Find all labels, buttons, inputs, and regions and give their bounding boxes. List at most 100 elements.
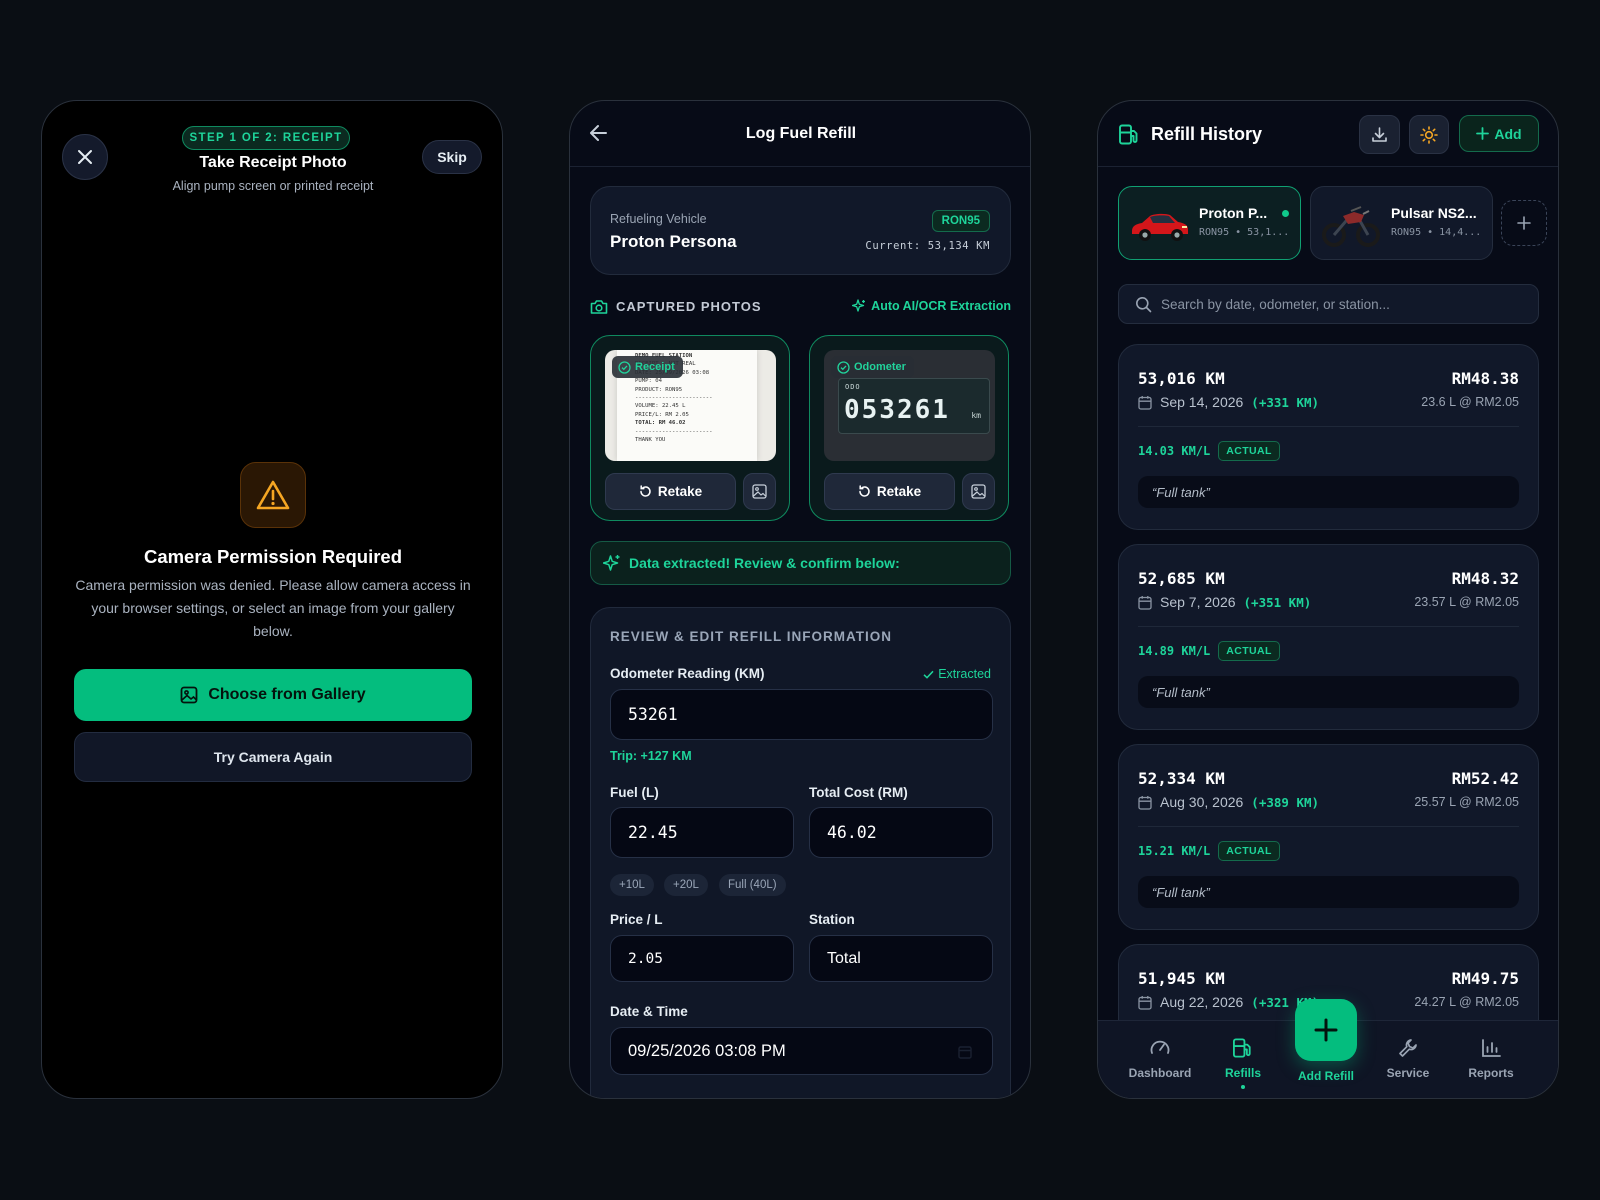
record-type-badge: ACTUAL: [1218, 841, 1280, 861]
captured-photos-header: CAPTURED PHOTOS Auto AI/OCR Extraction: [590, 298, 1011, 318]
odometer-display: ODO 053261 km: [838, 378, 990, 434]
record-odometer: 52,334 KM: [1138, 769, 1225, 788]
auto-extraction-label: Auto AI/OCR Extraction: [852, 299, 1011, 313]
record-litres: 24.27 L @ RM2.05: [1414, 995, 1519, 1009]
nav-label: Reports: [1468, 1066, 1514, 1080]
add-vehicle-button[interactable]: [1501, 200, 1547, 246]
record-date-row: Sep 14, 2026 (+331 KM): [1138, 394, 1319, 410]
wrench-icon: [1399, 1039, 1417, 1057]
datetime-input[interactable]: 09/25/2026 03:08 PM: [610, 1027, 993, 1075]
add-refill-fab[interactable]: [1295, 999, 1357, 1061]
car-icon: [1132, 213, 1188, 241]
retake-odometer-button[interactable]: Retake: [824, 473, 955, 510]
add-refill-label[interactable]: Add Refill: [1288, 1069, 1364, 1083]
trip-text: Trip: +127 KM: [610, 749, 692, 763]
camera-icon: [590, 300, 608, 314]
motorcycle-icon: [1322, 206, 1380, 247]
record-litres: 25.57 L @ RM2.05: [1414, 795, 1519, 809]
record-cost: RM52.42: [1451, 769, 1519, 788]
theme-toggle-button[interactable]: [1409, 115, 1449, 154]
record-odometer: 51,945 KM: [1138, 969, 1225, 988]
vehicle-name: Proton Persona: [610, 232, 737, 251]
record-date-row: Sep 7, 2026 (+351 KM): [1138, 594, 1311, 610]
search-input[interactable]: Search by date, odometer, or station...: [1118, 284, 1539, 324]
receipt-line: -----------------------: [635, 428, 713, 435]
record-cost: RM49.75: [1451, 969, 1519, 988]
check-circle-icon: [618, 360, 631, 374]
fuel-pump-icon: [1233, 1038, 1251, 1058]
vehicle-name: Pulsar NS2...: [1391, 205, 1477, 221]
export-button[interactable]: [1359, 115, 1400, 154]
divider: [1138, 426, 1519, 427]
fuel-pump-icon: [1119, 124, 1138, 145]
receipt-gallery-button[interactable]: [743, 473, 776, 510]
receipt-photo[interactable]: DEMO FUEL STATIONRECEIPT - NOT REALDATE:…: [605, 350, 776, 461]
record-date-row: Aug 22, 2026 (+321 KM): [1138, 994, 1319, 1010]
quick-fill-chip[interactable]: +20L: [664, 874, 708, 896]
refill-record-card[interactable]: 52,334 KM RM52.42 Aug 30, 2026 (+389 KM)…: [1118, 744, 1539, 930]
station-input[interactable]: Total: [809, 935, 993, 982]
current-odometer: Current: 53,134 KM: [865, 240, 990, 252]
receipt-photo-card: DEMO FUEL STATIONRECEIPT - NOT REALDATE:…: [590, 335, 790, 521]
record-efficiency-row: 15.21 KM/L ACTUAL: [1138, 841, 1280, 861]
receipt-tag-label: Receipt: [635, 361, 675, 373]
price-label: Price / L: [610, 912, 663, 927]
nav-dashboard[interactable]: Dashboard: [1120, 1037, 1200, 1080]
cost-input[interactable]: 46.02: [809, 807, 993, 858]
station-label: Station: [809, 912, 855, 927]
refill-record-card[interactable]: 53,016 KM RM48.38 Sep 14, 2026 (+331 KM)…: [1118, 344, 1539, 530]
step-badge: STEP 1 OF 2: RECEIPT: [182, 126, 350, 150]
record-cost: RM48.32: [1451, 569, 1519, 588]
receipt-line: PRICE/L: RM 2.05: [635, 411, 689, 418]
bar-chart-icon: [1482, 1039, 1501, 1057]
datetime-value: 09/25/2026 03:08 PM: [628, 1041, 786, 1060]
image-icon: [752, 484, 767, 499]
retake-receipt-button[interactable]: Retake: [605, 473, 736, 510]
odometer-photo-card: ODO 053261 km Odometer Retake: [809, 335, 1009, 521]
refill-record-card[interactable]: 52,685 KM RM48.32 Sep 7, 2026 (+351 KM) …: [1118, 544, 1539, 730]
record-date-row: Aug 30, 2026 (+389 KM): [1138, 794, 1319, 810]
nav-service[interactable]: Service: [1368, 1037, 1448, 1080]
quick-fill-chip[interactable]: Full (40L): [719, 874, 786, 896]
odometer-prefix: ODO: [845, 383, 861, 391]
odometer-unit: km: [971, 411, 981, 420]
odometer-photo[interactable]: ODO 053261 km Odometer: [824, 350, 995, 461]
vehicle-card[interactable]: Pulsar NS2... RON95 • 14,4...: [1310, 186, 1493, 260]
quick-fill-chip[interactable]: +10L: [610, 874, 654, 896]
receipt-tag: Receipt: [612, 356, 683, 378]
record-odometer: 53,016 KM: [1138, 369, 1225, 388]
record-note: “Full tank”: [1138, 476, 1519, 508]
plus-icon: [1314, 1018, 1338, 1042]
back-arrow-icon[interactable]: [588, 122, 610, 144]
record-efficiency: 14.03 KM/L: [1138, 444, 1211, 458]
warning-triangle-icon: [256, 480, 290, 510]
odometer-input[interactable]: 53261: [610, 689, 993, 740]
calendar-icon[interactable]: [958, 1045, 972, 1059]
nav-reports[interactable]: Reports: [1451, 1037, 1531, 1080]
add-button[interactable]: Add: [1459, 115, 1539, 152]
download-icon: [1372, 127, 1387, 142]
divider: [1138, 826, 1519, 827]
refill-history-screen: Refill History Add Proton P... RON95 • 5…: [1097, 100, 1559, 1099]
calendar-icon: [1138, 395, 1152, 410]
record-litres: 23.6 L @ RM2.05: [1421, 395, 1519, 409]
extracted-tag: Extracted: [923, 667, 991, 681]
choose-gallery-button[interactable]: Choose from Gallery: [74, 669, 472, 721]
review-form: REVIEW & EDIT REFILL INFORMATION Odomete…: [590, 607, 1011, 1098]
skip-button[interactable]: Skip: [422, 140, 482, 174]
vehicle-card-active[interactable]: Proton P... RON95 • 53,1...: [1118, 186, 1301, 260]
record-litres: 23.57 L @ RM2.05: [1414, 595, 1519, 609]
price-input[interactable]: 2.05: [610, 935, 794, 982]
try-camera-again-button[interactable]: Try Camera Again: [74, 732, 472, 782]
search-icon: [1136, 296, 1152, 312]
receipt-line: TOTAL: RM 46.02: [635, 420, 686, 427]
receipt-line: PRODUCT: RON95: [635, 386, 683, 393]
datetime-label: Date & Time: [610, 1004, 688, 1019]
header: Refill History Add: [1098, 101, 1558, 167]
record-type-badge: ACTUAL: [1218, 641, 1280, 661]
receipt-line: THANK YOU: [635, 437, 666, 444]
nav-refills[interactable]: Refills: [1203, 1037, 1283, 1089]
odometer-gallery-button[interactable]: [962, 473, 995, 510]
fuel-input[interactable]: 22.45: [610, 807, 794, 858]
record-date: Sep 14, 2026: [1160, 394, 1244, 410]
